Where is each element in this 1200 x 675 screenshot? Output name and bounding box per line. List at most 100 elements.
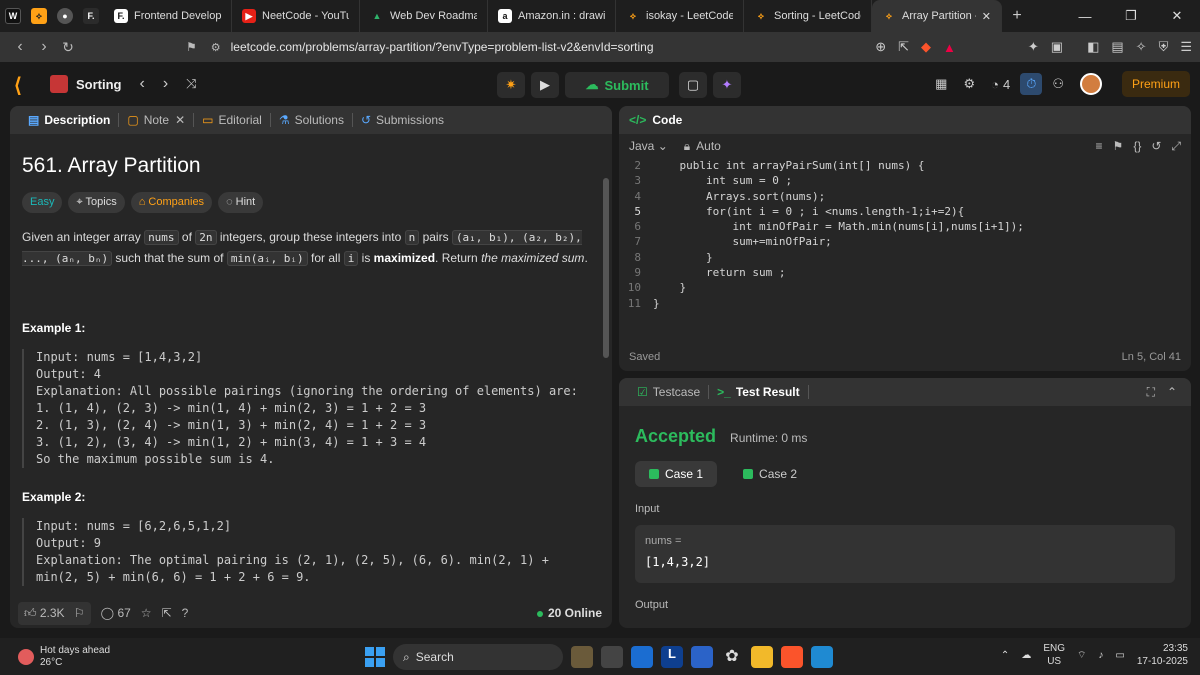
- settings-gear-icon[interactable]: ⚙: [963, 76, 975, 92]
- new-tab-icon[interactable]: +: [1002, 7, 1032, 25]
- widgets-icon[interactable]: [571, 646, 593, 668]
- pen-app-icon[interactable]: [691, 646, 713, 668]
- minimize-icon[interactable]: —: [1062, 0, 1108, 32]
- pinned-tab-1[interactable]: W: [0, 0, 26, 32]
- pinned-tab-2[interactable]: ⟡: [26, 0, 52, 32]
- like-button[interactable]: 👍︎ 2.3K ⚐: [18, 601, 91, 625]
- pinned-tab-4[interactable]: F.: [78, 0, 104, 32]
- share-icon[interactable]: ⇱: [162, 606, 172, 620]
- timer-icon[interactable]: ⏱: [1020, 73, 1043, 95]
- tray-chevron-icon[interactable]: ⌃: [1001, 650, 1009, 661]
- companies-tag[interactable]: ⌂ Companies: [130, 192, 213, 213]
- code-editor[interactable]: 2 public int arrayPairSum(int[] nums) { …: [619, 158, 1191, 311]
- wifi-icon[interactable]: ⌔: [1077, 649, 1086, 662]
- premium-button[interactable]: Premium: [1121, 71, 1190, 97]
- star-icon[interactable]: ☆: [141, 606, 152, 620]
- battery-icon[interactable]: ▭: [1115, 650, 1124, 661]
- leetcode-logo-icon[interactable]: ⟨: [14, 73, 36, 97]
- comments-button[interactable]: ◯ 67: [101, 606, 131, 620]
- windows-start-icon[interactable]: [365, 647, 385, 667]
- brave-browser-icon[interactable]: [781, 646, 803, 668]
- avatar[interactable]: [1079, 73, 1102, 95]
- volume-icon[interactable]: ♪: [1098, 650, 1103, 661]
- tab-solutions[interactable]: ⚗ Solutions: [271, 113, 353, 127]
- tab-description[interactable]: ▤ Description: [20, 113, 120, 127]
- run-button[interactable]: ▶: [531, 72, 559, 98]
- zoom-icon[interactable]: ⊕: [875, 39, 886, 55]
- close-icon[interactable]: ✕: [175, 113, 185, 127]
- tab-testcase[interactable]: ☑ Testcase: [629, 385, 710, 399]
- help-icon[interactable]: ?: [182, 606, 189, 620]
- browser-tab[interactable]: ▶ NeetCode - YouTube: [232, 0, 360, 32]
- language-select[interactable]: Java ⌄: [629, 139, 668, 153]
- streak-icon[interactable]: ◔: [991, 77, 999, 92]
- hint-tag[interactable]: ◌ Hint: [218, 192, 264, 213]
- page-title[interactable]: 561. Array Partition: [22, 154, 600, 178]
- wallet-icon[interactable]: ▤: [1111, 39, 1123, 55]
- next-problem-icon[interactable]: ›: [163, 75, 168, 93]
- case-2-tab[interactable]: Case 2: [729, 461, 811, 487]
- file-explorer-icon[interactable]: [751, 646, 773, 668]
- close-tab-icon[interactable]: ✕: [982, 10, 991, 23]
- format-icon[interactable]: ≡: [1096, 139, 1103, 154]
- back-icon[interactable]: ‹: [8, 38, 32, 56]
- share-icon[interactable]: ⇱: [898, 39, 909, 55]
- sidebar-icon[interactable]: ◧: [1087, 39, 1099, 55]
- problem-list-title[interactable]: Sorting: [50, 75, 122, 93]
- menu-icon[interactable]: ☰: [1180, 39, 1192, 55]
- collapse-icon[interactable]: ⌃: [1167, 385, 1177, 399]
- weather-widget[interactable]: Hot days ahead 26°C: [18, 645, 110, 669]
- braces-icon[interactable]: {}: [1133, 139, 1141, 154]
- tab-submissions[interactable]: ↺ Submissions: [353, 113, 452, 127]
- leo-icon[interactable]: ✧: [1136, 39, 1147, 55]
- auto-mode[interactable]: Auto: [696, 139, 721, 153]
- browser-tab[interactable]: ⟡ isokay - LeetCode Prol: [616, 0, 744, 32]
- store-icon[interactable]: [631, 646, 653, 668]
- thumbs-down-icon[interactable]: ⚐: [74, 606, 85, 620]
- vscode-icon[interactable]: [811, 646, 833, 668]
- submit-button[interactable]: ☁ Submit: [565, 72, 669, 98]
- prev-problem-icon[interactable]: ‹: [140, 75, 145, 93]
- close-window-icon[interactable]: ✕: [1154, 0, 1200, 32]
- url-input[interactable]: leetcode.com/problems/array-partition/?e…: [231, 40, 654, 54]
- chatgpt-icon[interactable]: ✿: [721, 646, 743, 668]
- browser-tab[interactable]: ⟡ Sorting - LeetCode: [744, 0, 872, 32]
- task-view-icon[interactable]: [601, 646, 623, 668]
- browser-tab[interactable]: ▲ Web Dev Roadmap 20: [360, 0, 488, 32]
- extensions-icon[interactable]: ✦: [1028, 39, 1039, 55]
- notes-button[interactable]: ▢: [679, 72, 707, 98]
- bookmark-icon[interactable]: ⚑: [186, 40, 197, 54]
- vpn-icon[interactable]: ⛨: [1159, 39, 1169, 55]
- browser-tab[interactable]: F. Frontend Developer R: [104, 0, 232, 32]
- topics-tag[interactable]: ⌖ Topics: [68, 192, 125, 213]
- pinned-tab-3[interactable]: ●: [52, 0, 78, 32]
- browser-tab-active[interactable]: ⟡ Array Partition - L ✕: [872, 0, 1002, 32]
- ai-assist-button[interactable]: ✦: [713, 72, 741, 98]
- onedrive-icon[interactable]: ☁: [1021, 650, 1031, 661]
- learn-app-icon[interactable]: L: [661, 646, 683, 668]
- browser-tab[interactable]: a Amazon.in : drawing t: [488, 0, 616, 32]
- add-friend-icon[interactable]: ⚇: [1052, 76, 1064, 92]
- tab-note[interactable]: ▢ Note ✕: [119, 113, 195, 127]
- maximize-icon[interactable]: ❐: [1108, 0, 1154, 32]
- taskbar-search[interactable]: ⌕ Search: [393, 644, 563, 670]
- brave-rewards-icon[interactable]: ▲: [943, 40, 956, 55]
- scrollbar[interactable]: [603, 178, 609, 358]
- debug-button[interactable]: ✷: [497, 72, 525, 98]
- tab-editorial[interactable]: ▭ Editorial: [194, 113, 271, 127]
- bookmark-icon[interactable]: ⚑: [1113, 139, 1124, 154]
- tab-test-result[interactable]: >_ Test Result: [709, 385, 809, 399]
- expand-icon[interactable]: ⤢: [1171, 139, 1181, 154]
- site-info-icon[interactable]: ⚙: [211, 41, 221, 54]
- layout-icon[interactable]: ▦: [935, 76, 947, 92]
- case-1-tab[interactable]: Case 1: [635, 461, 718, 487]
- expand-icon[interactable]: ⛶: [1147, 385, 1155, 400]
- language-indicator[interactable]: ENG US: [1043, 642, 1065, 668]
- reload-icon[interactable]: ↻: [56, 39, 80, 56]
- reset-icon[interactable]: ↺: [1151, 139, 1161, 154]
- forward-icon[interactable]: ›: [32, 38, 56, 56]
- screenshot-icon[interactable]: ▣: [1051, 39, 1063, 55]
- brave-shield-icon[interactable]: ◆: [921, 39, 931, 55]
- shuffle-icon[interactable]: ⤨: [186, 76, 196, 92]
- clock[interactable]: 23:35 17-10-2025: [1137, 642, 1188, 668]
